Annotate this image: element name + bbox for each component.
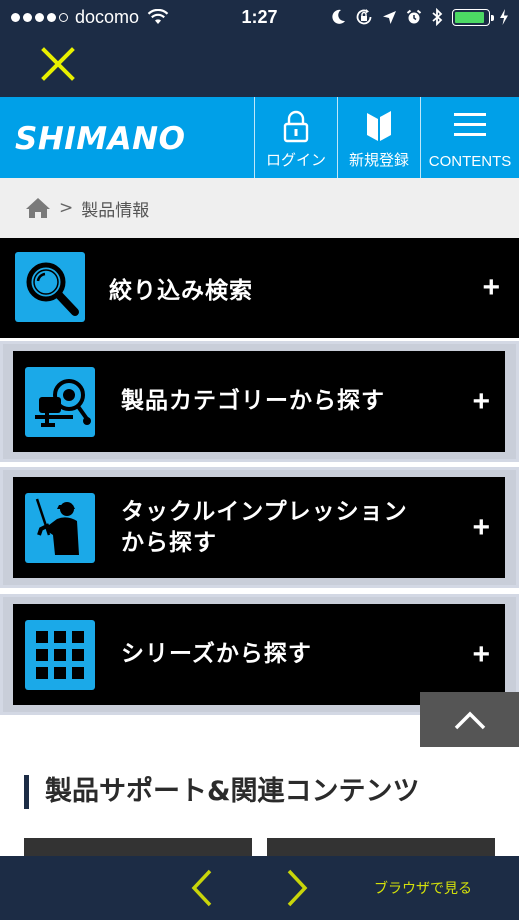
tackle-impression-label: タックルインプレッション から探す [121, 497, 408, 559]
top-bar: docomo 1:27 [0, 0, 519, 97]
category-icon-box [25, 619, 95, 690]
login-button[interactable]: ログイン [254, 97, 337, 178]
battery-level [455, 11, 484, 23]
battery-icon [452, 8, 494, 26]
content-thumbnail[interactable] [24, 838, 252, 858]
chevron-left-icon [191, 869, 212, 907]
lock-icon [283, 110, 309, 143]
scroll-to-top-button[interactable] [420, 692, 519, 747]
register-label: 新規登録 [348, 152, 409, 169]
status-right [332, 5, 509, 29]
filter-search-row[interactable]: 絞り込み検索 + [0, 238, 519, 338]
shimano-logo[interactable]: SHIMANO [15, 119, 210, 155]
content-thumbnail[interactable] [267, 838, 495, 858]
breadcrumb-current: 製品情報 [81, 200, 150, 221]
back-button[interactable] [188, 868, 216, 912]
angler-icon [35, 498, 79, 555]
location-arrow-icon [383, 10, 396, 24]
series-row[interactable]: シリーズから探す + [13, 604, 505, 705]
browser-bottom-bar: ブラウザで見る [0, 856, 519, 920]
series-label: シリーズから探す [121, 641, 312, 667]
moon-icon [332, 9, 345, 24]
category-frame: 製品カテゴリーから探す + [0, 341, 519, 462]
breadcrumb-separator: > [59, 198, 74, 218]
fishing-reel-icon [35, 378, 91, 427]
login-label: ログイン [265, 152, 326, 169]
orientation-lock-icon [356, 9, 372, 25]
tackle-impression-line1: タックルインプレッション [121, 498, 408, 525]
charging-bolt-icon [500, 9, 508, 25]
close-menu-button[interactable] [38, 44, 78, 84]
tackle-impression-line2: から探す [121, 529, 217, 556]
product-category-label: 製品カテゴリーから探す [121, 388, 385, 414]
hamburger-icon [454, 113, 486, 136]
alarm-icon [406, 9, 422, 24]
filter-search-label: 絞り込み検索 [109, 278, 253, 304]
grid-icon [36, 630, 84, 679]
bluetooth-icon [432, 8, 443, 26]
open-in-browser-link[interactable]: ブラウザで見る [374, 878, 472, 898]
chevron-right-icon [287, 869, 308, 907]
breadcrumb: > 製品情報 [0, 178, 519, 238]
home-icon[interactable] [25, 197, 51, 219]
register-button[interactable]: 新規登録 [337, 97, 420, 178]
expand-plus-icon: + [472, 510, 490, 544]
category-icon-box [25, 366, 95, 437]
support-section-title: 製品サポート&関連コンテンツ [24, 775, 420, 809]
close-icon [41, 47, 75, 81]
category-icon-box [25, 492, 95, 563]
product-category-row[interactable]: 製品カテゴリーから探す + [13, 351, 505, 452]
expand-plus-icon: + [482, 271, 500, 304]
site-header: SHIMANO ログイン 新規登録 CONTENTS [0, 97, 519, 178]
expand-plus-icon: + [472, 637, 490, 671]
contents-label: CONTENTS [428, 153, 512, 170]
expand-plus-icon: + [472, 384, 490, 418]
forward-button[interactable] [283, 868, 311, 912]
category-frame: タックルインプレッション から探す + [0, 467, 519, 588]
chevron-up-icon [454, 711, 485, 729]
magnifier-icon [26, 262, 79, 316]
brand-name: SHIMANO [15, 121, 185, 155]
tackle-impression-row[interactable]: タックルインプレッション から探す + [13, 477, 505, 578]
contents-menu-button[interactable]: CONTENTS [420, 97, 519, 178]
register-book-icon [367, 111, 391, 141]
filter-icon-box [15, 252, 85, 322]
